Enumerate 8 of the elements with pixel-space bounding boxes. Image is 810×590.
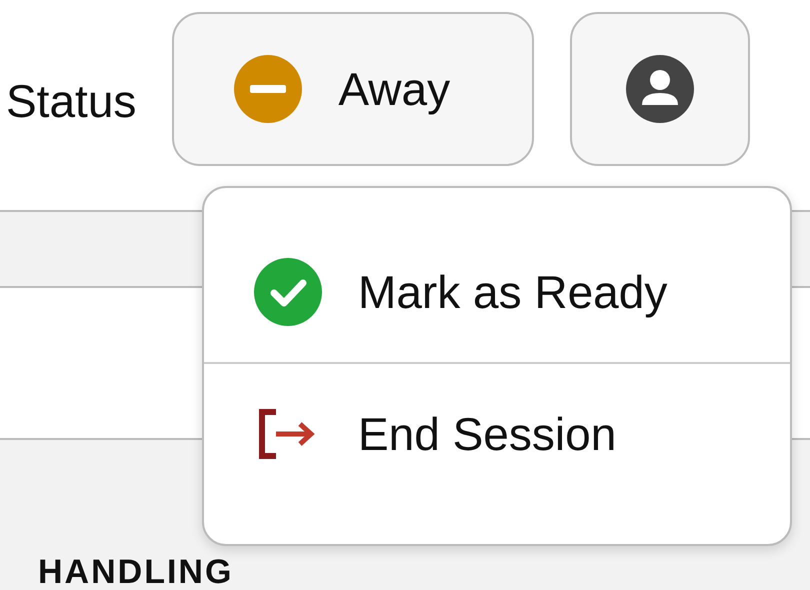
status-label: Status (6, 74, 136, 128)
status-button[interactable]: Away (172, 12, 534, 166)
user-icon (626, 55, 694, 123)
mark-ready-item[interactable]: Mark as Ready (204, 222, 790, 362)
end-session-item[interactable]: End Session (204, 364, 790, 504)
check-icon (254, 258, 322, 326)
section-heading: HANDLING (38, 553, 234, 590)
profile-button[interactable] (570, 12, 750, 166)
